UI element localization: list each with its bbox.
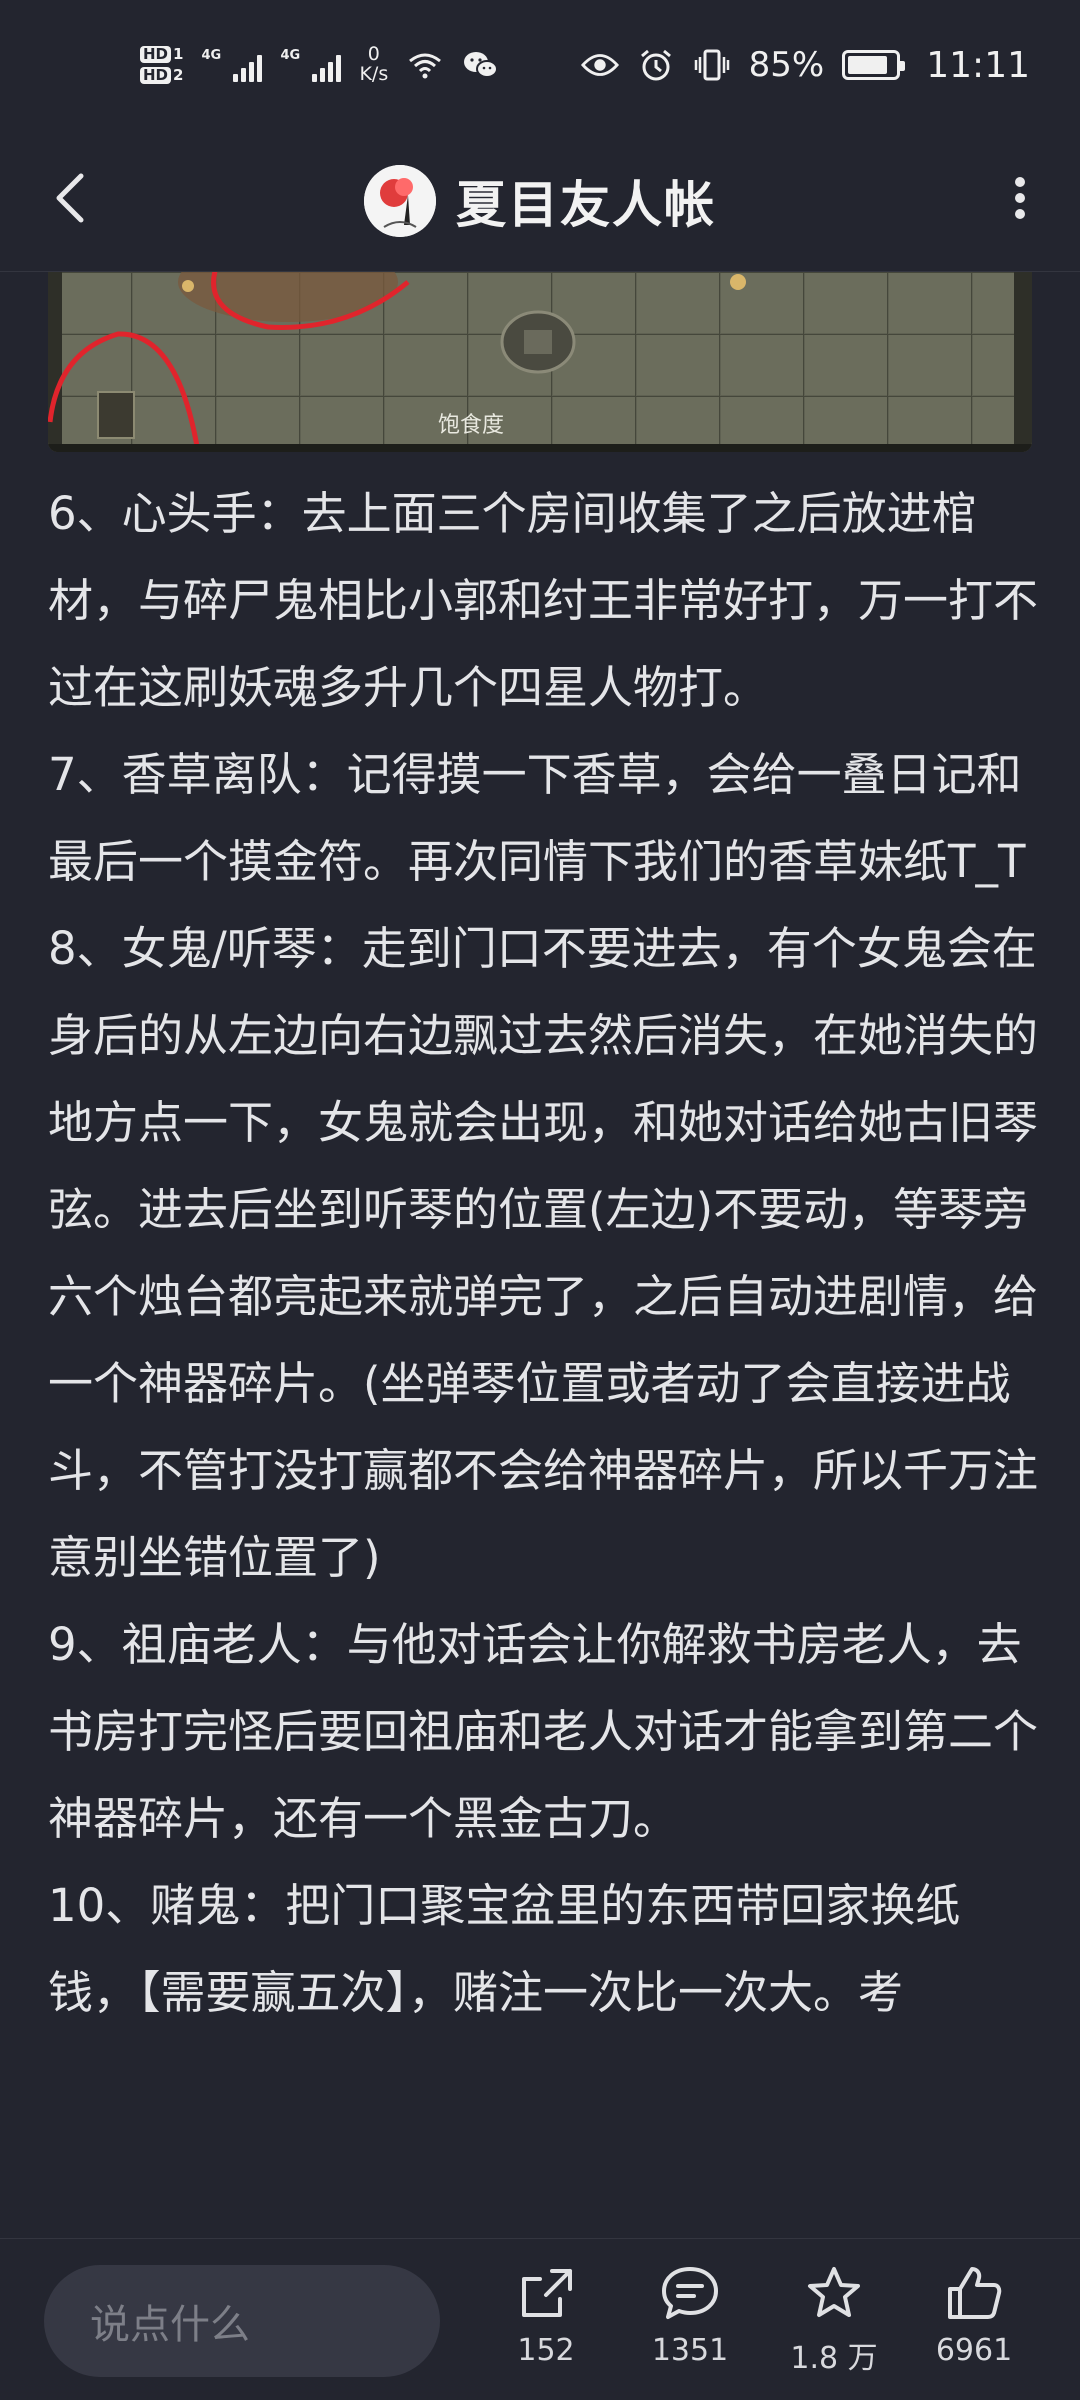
thumbs-up-icon <box>944 2265 1004 2325</box>
comment-input[interactable]: 说点什么 <box>44 2265 440 2377</box>
sim1-number: 1 <box>173 45 184 63</box>
signal-2-icon: 4G <box>280 48 342 82</box>
hd1-badge: HD <box>140 46 172 63</box>
article-content[interactable]: 饱食度 6、心头手：去上面三个房间收集了之后放进棺材，与碎尸鬼相比小郭和纣王非常… <box>0 272 1080 2238</box>
sim2-number: 2 <box>173 66 184 84</box>
image-caption-fragment: 饱食度 <box>438 413 504 438</box>
page-title: 夏目友人帐 <box>456 175 716 234</box>
battery-percent: 85% <box>748 45 825 85</box>
wechat-icon <box>462 48 500 82</box>
comment-icon <box>660 2265 720 2325</box>
status-left: HD 1 HD 2 4G 4G 0 K/s <box>140 43 500 85</box>
network-speed: 0 K/s <box>359 43 389 85</box>
sim1-indicator: HD 1 <box>140 46 183 63</box>
paragraph-item: 7、香草离队：记得摸一下香草，会给一叠日记和最后一个摸金符。再次同情下我们的香草… <box>48 748 1026 888</box>
like-count: 6961 <box>935 2333 1013 2368</box>
eye-icon <box>580 48 619 82</box>
paragraph-item: 8、女鬼/听琴：走到门口不要进去，有个女鬼会在身后的从左边向右边飘过去然后消失，… <box>48 922 1039 1584</box>
paragraph-item: 10、赌鬼：把门口聚宝盆里的东西带回家换纸钱，【需要赢五次】，赌注一次比一次大。… <box>48 1879 961 2019</box>
net1-label: 4G <box>201 48 222 63</box>
paragraph-item: 6、心头手：去上面三个房间收集了之后放进棺材，与碎尸鬼相比小郭和纣王非常好打，万… <box>48 487 1039 714</box>
comment-count: 1351 <box>651 2333 729 2368</box>
more-button[interactable] <box>990 170 1050 230</box>
hd2-badge: HD <box>140 67 172 84</box>
status-bar: HD 1 HD 2 4G 4G 0 K/s 85% 11:11 <box>0 0 1080 130</box>
app-screen: HD 1 HD 2 4G 4G 0 K/s 85% 11:11 夏目友人帐 饱食… <box>0 0 1080 2400</box>
signal-1-icon: 4G <box>201 48 263 82</box>
status-right: 85% 11:11 <box>580 44 1030 86</box>
battery-level-fill <box>848 56 888 74</box>
avatar[interactable] <box>364 164 436 237</box>
clock: 11:11 <box>926 44 1030 86</box>
battery-icon <box>842 50 906 80</box>
share-icon <box>516 2265 576 2325</box>
vibrate-icon <box>693 48 731 82</box>
header-title-group[interactable]: 夏目友人帐 <box>364 164 716 237</box>
star-icon <box>804 2265 864 2325</box>
alarm-icon <box>637 48 675 82</box>
more-vertical-icon <box>1013 176 1027 224</box>
favorite-count: 1.8 万 <box>790 2341 878 2376</box>
comment-button[interactable]: 1351 <box>630 2265 750 2385</box>
speed-value: 0 <box>367 43 380 66</box>
game-screenshot-image[interactable]: 饱食度 <box>48 272 1032 452</box>
share-button[interactable]: 152 <box>486 2265 606 2385</box>
chevron-left-icon <box>53 172 87 228</box>
sim2-indicator: HD 2 <box>140 67 183 84</box>
app-header: 夏目友人帐 <box>0 130 1080 272</box>
net2-label: 4G <box>280 48 301 63</box>
wifi-icon <box>406 48 444 82</box>
article-text: 6、心头手：去上面三个房间收集了之后放进棺材，与碎尸鬼相比小郭和纣王非常好打，万… <box>48 470 1038 2036</box>
paragraph-item: 9、祖庙老人：与他对话会让你解救书房老人，去书房打完怪后要回祖庙和老人对话才能拿… <box>48 1618 1039 1845</box>
share-count: 152 <box>517 2333 575 2368</box>
like-button[interactable]: 6961 <box>914 2265 1034 2385</box>
speed-unit: K/s <box>359 63 389 85</box>
sim-indicators: HD 1 HD 2 <box>140 46 183 84</box>
back-button[interactable] <box>40 170 100 230</box>
bottom-action-bar: 说点什么 152 1351 1.8 万 6961 <box>0 2238 1080 2400</box>
favorite-button[interactable]: 1.8 万 <box>774 2265 894 2385</box>
